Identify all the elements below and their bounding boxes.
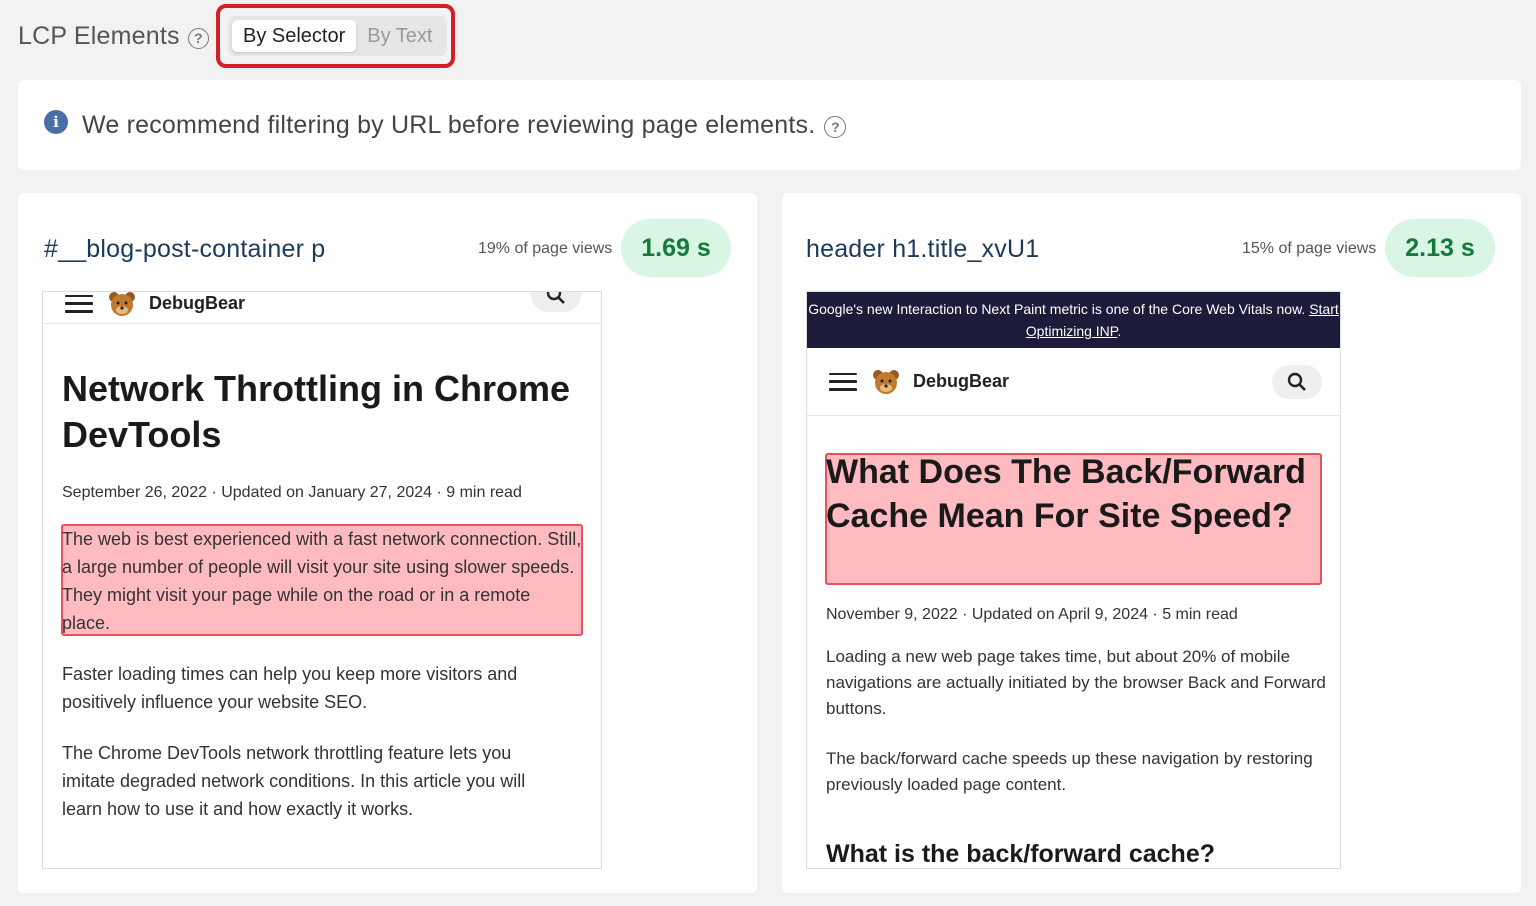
search-icon [531, 292, 581, 312]
page-title: LCP Elements [18, 21, 180, 50]
by-text-button[interactable]: By Text [356, 20, 443, 52]
preview-nav: DebugBear [807, 348, 1340, 416]
preview-nav: DebugBear [43, 292, 601, 324]
by-selector-button[interactable]: By Selector [232, 20, 357, 52]
banner-text: Google's new Interaction to Next Paint m… [808, 301, 1306, 317]
view-toggle-highlight: By Selector By Text [216, 4, 455, 68]
preview-meta: November 9, 2022 · Updated on April 9, 2… [826, 606, 1238, 623]
preview-paragraph: Loading a new web page takes time, but a… [826, 647, 1326, 718]
preview-subheading: What is the back/forward cache? [826, 840, 1215, 868]
preview-brand: DebugBear [913, 371, 1010, 391]
lcp-time-badge: 1.69 s [621, 219, 731, 277]
element-selector[interactable]: #__blog-post-container p [44, 235, 325, 264]
search-icon [1272, 365, 1322, 399]
view-toggle: By Selector By Text [228, 16, 448, 56]
info-icon: i [44, 110, 68, 134]
preview-brand: DebugBear [149, 293, 246, 313]
element-selector[interactable]: header h1.title_xvU1 [806, 235, 1039, 264]
info-text: We recommend filtering by URL before rev… [82, 110, 816, 139]
element-screenshot: Google's new Interaction to Next Paint m… [806, 291, 1341, 869]
preview-paragraph: Faster loading times can help you keep m… [62, 664, 518, 712]
menu-icon [65, 294, 93, 313]
preview-paragraph: The back/forward cache speeds up these n… [826, 749, 1313, 794]
page-views-share: 15% of page views [1242, 240, 1377, 257]
bear-logo-icon [873, 369, 899, 394]
preview-paragraph: The Chrome DevTools network throttling f… [62, 743, 526, 819]
section-header: LCP Elements ? [18, 14, 209, 58]
highlighted-paragraph: The web is best experienced with a fast … [62, 529, 582, 633]
preview-title: Network Throttling in Chrome DevTools [62, 368, 570, 455]
lcp-element-card: header h1.title_xvU1 15% of page views 2… [782, 193, 1521, 893]
preview-meta: September 26, 2022 · Updated on January … [62, 484, 522, 501]
highlighted-title: What Does The Back/Forward Cache Mean Fo… [826, 453, 1306, 535]
element-screenshot: DebugBear Network Throttling in Chrome D… [42, 291, 602, 869]
bear-logo-icon [109, 292, 135, 316]
preview-banner: Google's new Interaction to Next Paint m… [807, 292, 1340, 348]
lcp-element-card: #__blog-post-container p 19% of page vie… [18, 193, 757, 893]
banner-end: . [1117, 323, 1122, 339]
info-banner: i We recommend filtering by URL before r… [18, 80, 1521, 170]
lcp-time-badge: 2.13 s [1385, 219, 1495, 277]
page-views-share: 19% of page views [478, 240, 613, 257]
help-icon[interactable]: ? [824, 116, 847, 138]
help-icon[interactable]: ? [187, 27, 209, 49]
menu-icon [829, 372, 857, 391]
